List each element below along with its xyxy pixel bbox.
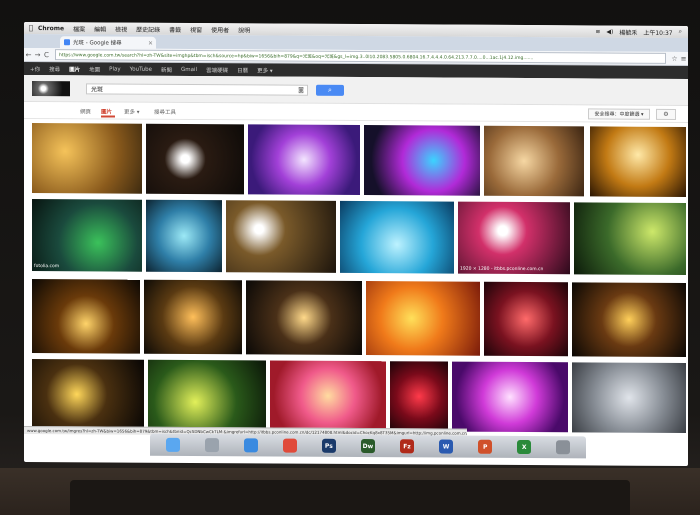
google-doodle-logo[interactable] bbox=[32, 81, 70, 97]
word-icon[interactable]: W bbox=[439, 439, 454, 454]
image-result[interactable] bbox=[366, 281, 480, 356]
tab-more[interactable]: 更多 ▾ bbox=[124, 108, 140, 116]
close-tab-icon[interactable]: × bbox=[148, 39, 153, 46]
camera-icon[interactable]: ◙ bbox=[298, 87, 304, 94]
search-query: 光斑 bbox=[91, 86, 104, 94]
image-result[interactable] bbox=[590, 126, 686, 198]
menu-item[interactable]: 歷史記錄 bbox=[136, 24, 160, 33]
image-result[interactable] bbox=[146, 199, 222, 273]
menu-app-name[interactable]: Chrome bbox=[38, 25, 64, 32]
excel-icon[interactable]: X bbox=[517, 439, 532, 455]
clock[interactable]: 上午10:37 bbox=[643, 27, 672, 36]
image-result[interactable] bbox=[452, 361, 568, 433]
gbar-item[interactable]: 日曆 bbox=[237, 66, 248, 74]
image-result[interactable] bbox=[148, 359, 266, 431]
monitor-stand bbox=[70, 480, 630, 515]
reload-icon[interactable]: C bbox=[42, 51, 51, 59]
forward-icon[interactable]: → bbox=[33, 51, 42, 59]
image-caption: fotolia.com bbox=[34, 264, 60, 270]
spotlight-icon[interactable]: ⌕ bbox=[679, 28, 682, 36]
image-result[interactable] bbox=[390, 361, 448, 432]
back-icon[interactable]: ← bbox=[24, 50, 33, 58]
search-button[interactable]: ⌕ bbox=[316, 84, 344, 96]
image-result[interactable] bbox=[248, 124, 360, 196]
menu-icon[interactable]: ≡ bbox=[679, 54, 688, 62]
image-result[interactable] bbox=[32, 359, 144, 430]
dreamweaver-icon[interactable]: Dw bbox=[360, 439, 375, 454]
menu-item[interactable]: 檔案 bbox=[73, 24, 85, 33]
menu-item[interactable]: 視窗 bbox=[190, 24, 202, 33]
finder-icon[interactable] bbox=[165, 437, 180, 452]
screen:  Chrome 檔案 編輯 檢視 歷史記錄 書籤 視窗 使用者 說明 ≋ ◀)… bbox=[24, 21, 688, 467]
gbar-item[interactable]: 雲端硬碟 bbox=[206, 66, 228, 74]
url-field[interactable]: https://www.google.com.tw/search?hl=zh-T… bbox=[55, 49, 666, 64]
menu-item[interactable]: 檢視 bbox=[115, 24, 127, 33]
search-input[interactable]: 光斑 ◙ bbox=[86, 83, 308, 96]
image-result[interactable] bbox=[574, 202, 686, 276]
user-name[interactable]: 楊毓禾 bbox=[619, 27, 637, 36]
menu-item[interactable]: 書籤 bbox=[169, 24, 181, 33]
image-result[interactable] bbox=[146, 123, 244, 195]
tab-images[interactable]: 圖片 bbox=[101, 107, 112, 115]
image-result[interactable] bbox=[572, 362, 686, 434]
gbar-item[interactable]: Gmail bbox=[181, 66, 197, 72]
gbar-item[interactable]: Play bbox=[109, 66, 120, 72]
image-result[interactable] bbox=[572, 282, 686, 358]
image-result[interactable] bbox=[484, 281, 568, 357]
image-result[interactable] bbox=[364, 125, 480, 196]
gbar-item[interactable]: 地圖 bbox=[89, 65, 100, 73]
image-result[interactable]: 1920 × 1280 - itbbs.pconline.com.cn bbox=[458, 201, 570, 275]
image-result[interactable] bbox=[270, 360, 386, 432]
wifi-icon[interactable]: ≋ bbox=[595, 28, 600, 35]
gbar-item[interactable]: YouTube bbox=[130, 66, 152, 72]
image-result[interactable] bbox=[226, 200, 336, 273]
gear-icon[interactable]: ⚙ bbox=[656, 108, 676, 120]
image-result[interactable] bbox=[144, 279, 242, 355]
gbar-item[interactable]: 新聞 bbox=[161, 65, 172, 73]
tab-web[interactable]: 網頁 bbox=[80, 107, 91, 115]
image-result[interactable] bbox=[246, 280, 362, 356]
safari-icon[interactable] bbox=[243, 438, 258, 453]
search-icon: ⌕ bbox=[328, 85, 332, 94]
image-result[interactable] bbox=[340, 200, 454, 274]
tab-title: 光斑 - Google 搜尋 bbox=[73, 40, 122, 47]
image-result[interactable]: fotolia.com bbox=[32, 199, 142, 272]
browser-tab[interactable]: 光斑 - Google 搜尋 × bbox=[60, 36, 156, 49]
gbar-item[interactable]: 更多 ▾ bbox=[257, 66, 273, 74]
menu-item[interactable]: 說明 bbox=[238, 25, 250, 34]
menu-item[interactable]: 編輯 bbox=[94, 24, 106, 33]
powerpoint-icon[interactable]: P bbox=[478, 439, 493, 454]
launchpad-icon[interactable] bbox=[204, 438, 219, 453]
menu-item[interactable]: 使用者 bbox=[211, 25, 229, 34]
search-header: 光斑 ◙ ⌕ bbox=[24, 74, 688, 107]
gbar-item[interactable]: +你 bbox=[30, 65, 40, 73]
chrome-icon[interactable] bbox=[282, 438, 297, 453]
trash-icon[interactable] bbox=[556, 440, 571, 455]
apple-icon[interactable]:  bbox=[24, 24, 38, 32]
star-icon[interactable]: ☆ bbox=[670, 54, 679, 62]
filezilla-icon[interactable]: Fz bbox=[400, 439, 414, 454]
gbar-item-active[interactable]: 圖片 bbox=[69, 65, 80, 73]
active-tab-indicator bbox=[101, 115, 115, 118]
volume-icon[interactable]: ◀) bbox=[606, 28, 613, 35]
image-results-grid: fotolia.com 1920 × 1280 - itbbs.pconline.… bbox=[24, 118, 688, 442]
gbar-item[interactable]: 搜尋 bbox=[49, 65, 60, 73]
image-result[interactable] bbox=[484, 125, 584, 197]
dock: Ps Dw Fz W P X bbox=[150, 433, 586, 459]
image-result[interactable] bbox=[32, 279, 140, 354]
safe-search-dropdown[interactable]: 安全搜尋：中度篩選 ▾ bbox=[588, 108, 650, 120]
image-result[interactable] bbox=[32, 123, 142, 194]
image-caption: 1920 × 1280 - itbbs.pconline.com.cn bbox=[460, 266, 544, 273]
google-favicon-icon bbox=[64, 39, 70, 46]
tab-search-tools[interactable]: 搜尋工具 bbox=[154, 108, 176, 116]
photoshop-icon[interactable]: Ps bbox=[321, 438, 336, 453]
